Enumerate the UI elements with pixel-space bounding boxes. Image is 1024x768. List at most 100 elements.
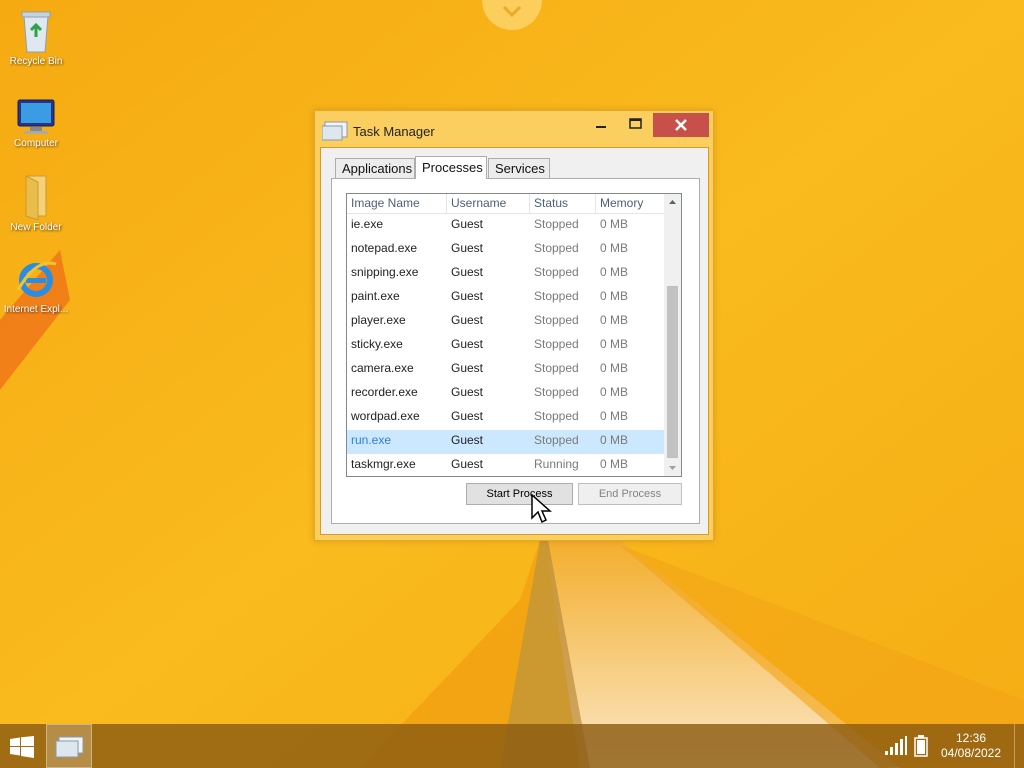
arrow-down-icon xyxy=(669,466,676,470)
cell-image-name: camera.exe xyxy=(351,361,414,375)
cell-username: Guest xyxy=(451,217,484,231)
cell-memory: 0 MB xyxy=(600,409,629,423)
cell-username: Guest xyxy=(451,241,484,255)
table-row[interactable]: paint.exe Guest Stopped 0 MB xyxy=(347,286,664,310)
desktop-icon-label: Recycle Bin xyxy=(9,56,63,67)
cell-memory: 0 MB xyxy=(600,433,629,447)
cell-status: Stopped xyxy=(534,313,579,327)
desktop-icon-internet-explorer[interactable]: Internet Expl... xyxy=(0,258,72,315)
minimize-icon xyxy=(596,126,606,128)
title-bar[interactable]: Task Manager xyxy=(315,111,713,147)
cell-username: Guest xyxy=(451,289,484,303)
start-process-button[interactable]: Start Process xyxy=(466,483,573,505)
tab-services[interactable]: Services xyxy=(488,158,550,178)
cell-status: Stopped xyxy=(534,241,579,255)
table-row[interactable]: snipping.exe Guest Stopped 0 MB xyxy=(347,262,664,286)
task-manager-window: Task Manager Applications Processes Serv… xyxy=(314,110,714,541)
cell-image-name: recorder.exe xyxy=(351,385,418,399)
cell-username: Guest xyxy=(451,409,484,423)
cell-status: Stopped xyxy=(534,217,579,231)
cell-memory: 0 MB xyxy=(600,457,629,471)
process-list[interactable]: Image Name Username Status Memory ie.exe… xyxy=(346,193,682,477)
battery-icon[interactable] xyxy=(914,735,928,757)
cell-image-name: sticky.exe xyxy=(351,337,403,351)
window-client-area: Applications Processes Services Image Na… xyxy=(320,147,709,535)
cell-memory: 0 MB xyxy=(600,265,629,279)
system-clock[interactable]: 12:36 04/08/2022 xyxy=(936,731,1006,761)
maximize-button[interactable] xyxy=(621,113,649,137)
cell-memory: 0 MB xyxy=(600,217,629,231)
network-signal-icon[interactable] xyxy=(884,736,908,756)
column-header-status[interactable]: Status xyxy=(530,194,596,214)
cell-status: Stopped xyxy=(534,289,579,303)
scrollbar-thumb[interactable] xyxy=(667,286,678,458)
taskbar-task-manager-button[interactable] xyxy=(46,724,92,768)
cell-image-name: notepad.exe xyxy=(351,241,418,255)
cell-username: Guest xyxy=(451,385,484,399)
end-process-button[interactable]: End Process xyxy=(578,483,682,505)
cell-image-name: player.exe xyxy=(351,313,406,327)
windows-logo-icon xyxy=(10,736,34,758)
show-desktop-button[interactable] xyxy=(1014,724,1024,768)
cell-memory: 0 MB xyxy=(600,337,629,351)
vertical-scrollbar[interactable] xyxy=(664,194,681,476)
list-rows: ie.exe Guest Stopped 0 MB notepad.exe Guest St… xyxy=(347,214,664,476)
table-row[interactable]: taskmgr.exe Guest Running 0 MB xyxy=(347,454,664,476)
table-row[interactable]: recorder.exe Guest Stopped 0 MB xyxy=(347,382,664,406)
cell-status: Stopped xyxy=(534,361,579,375)
mouse-cursor-icon xyxy=(531,494,552,524)
start-button[interactable] xyxy=(10,736,34,763)
cell-image-name: paint.exe xyxy=(351,289,400,303)
folder-icon xyxy=(25,175,47,220)
clock-date: 04/08/2022 xyxy=(940,746,1002,760)
cell-memory: 0 MB xyxy=(600,241,629,255)
cell-image-name: wordpad.exe xyxy=(351,409,420,423)
column-header-username[interactable]: Username xyxy=(447,194,530,214)
clock-time: 12:36 xyxy=(955,731,987,745)
tab-applications[interactable]: Applications xyxy=(335,158,415,178)
recycle-bin-icon xyxy=(21,11,51,53)
column-header-memory[interactable]: Memory xyxy=(596,194,664,214)
close-button[interactable] xyxy=(653,113,709,137)
arrow-up-icon xyxy=(669,200,676,204)
cell-memory: 0 MB xyxy=(600,385,629,399)
column-header-image-name[interactable]: Image Name xyxy=(347,194,447,214)
table-row[interactable]: notepad.exe Guest Stopped 0 MB xyxy=(347,238,664,262)
cell-username: Guest xyxy=(451,457,484,471)
tab-processes[interactable]: Processes xyxy=(415,156,487,179)
minimize-button[interactable] xyxy=(587,113,615,137)
internet-explorer-icon xyxy=(16,261,57,297)
task-manager-icon xyxy=(322,121,348,141)
cell-image-name: ie.exe xyxy=(351,217,384,231)
desktop-icon-recycle-bin[interactable]: Recycle Bin xyxy=(0,6,72,67)
cell-username: Guest xyxy=(451,337,484,351)
table-row[interactable]: camera.exe Guest Stopped 0 MB xyxy=(347,358,664,382)
close-icon xyxy=(675,119,687,131)
cell-status: Stopped xyxy=(534,433,579,447)
cell-status: Stopped xyxy=(534,265,579,279)
cell-username: Guest xyxy=(451,313,484,327)
cell-status: Stopped xyxy=(534,385,579,399)
desktop-icon-label: Computer xyxy=(14,138,58,149)
task-manager-icon xyxy=(55,736,84,758)
cell-username: Guest xyxy=(451,433,484,447)
cell-memory: 0 MB xyxy=(600,313,629,327)
scroll-up-button[interactable] xyxy=(664,194,681,211)
cell-username: Guest xyxy=(451,265,484,279)
desktop-icon-new-folder[interactable]: New Folder xyxy=(0,172,72,233)
window-title: Task Manager xyxy=(353,124,435,139)
list-header: Image Name Username Status Memory xyxy=(347,194,664,214)
cell-status: Stopped xyxy=(534,409,579,423)
scroll-down-button[interactable] xyxy=(664,459,681,476)
desktop-icon-label: New Folder xyxy=(10,222,62,233)
cell-status: Running xyxy=(534,457,579,471)
taskbar: 12:36 04/08/2022 xyxy=(0,724,1024,768)
cell-image-name: snipping.exe xyxy=(351,265,419,279)
desktop-icon-computer[interactable]: Computer xyxy=(0,96,72,149)
cell-username: Guest xyxy=(451,361,484,375)
table-row[interactable]: sticky.exe Guest Stopped 0 MB xyxy=(347,334,664,358)
table-row[interactable]: ie.exe Guest Stopped 0 MB xyxy=(347,214,664,238)
table-row[interactable]: run.exe Guest Stopped 0 MB xyxy=(347,430,664,454)
table-row[interactable]: player.exe Guest Stopped 0 MB xyxy=(347,310,664,334)
table-row[interactable]: wordpad.exe Guest Stopped 0 MB xyxy=(347,406,664,430)
